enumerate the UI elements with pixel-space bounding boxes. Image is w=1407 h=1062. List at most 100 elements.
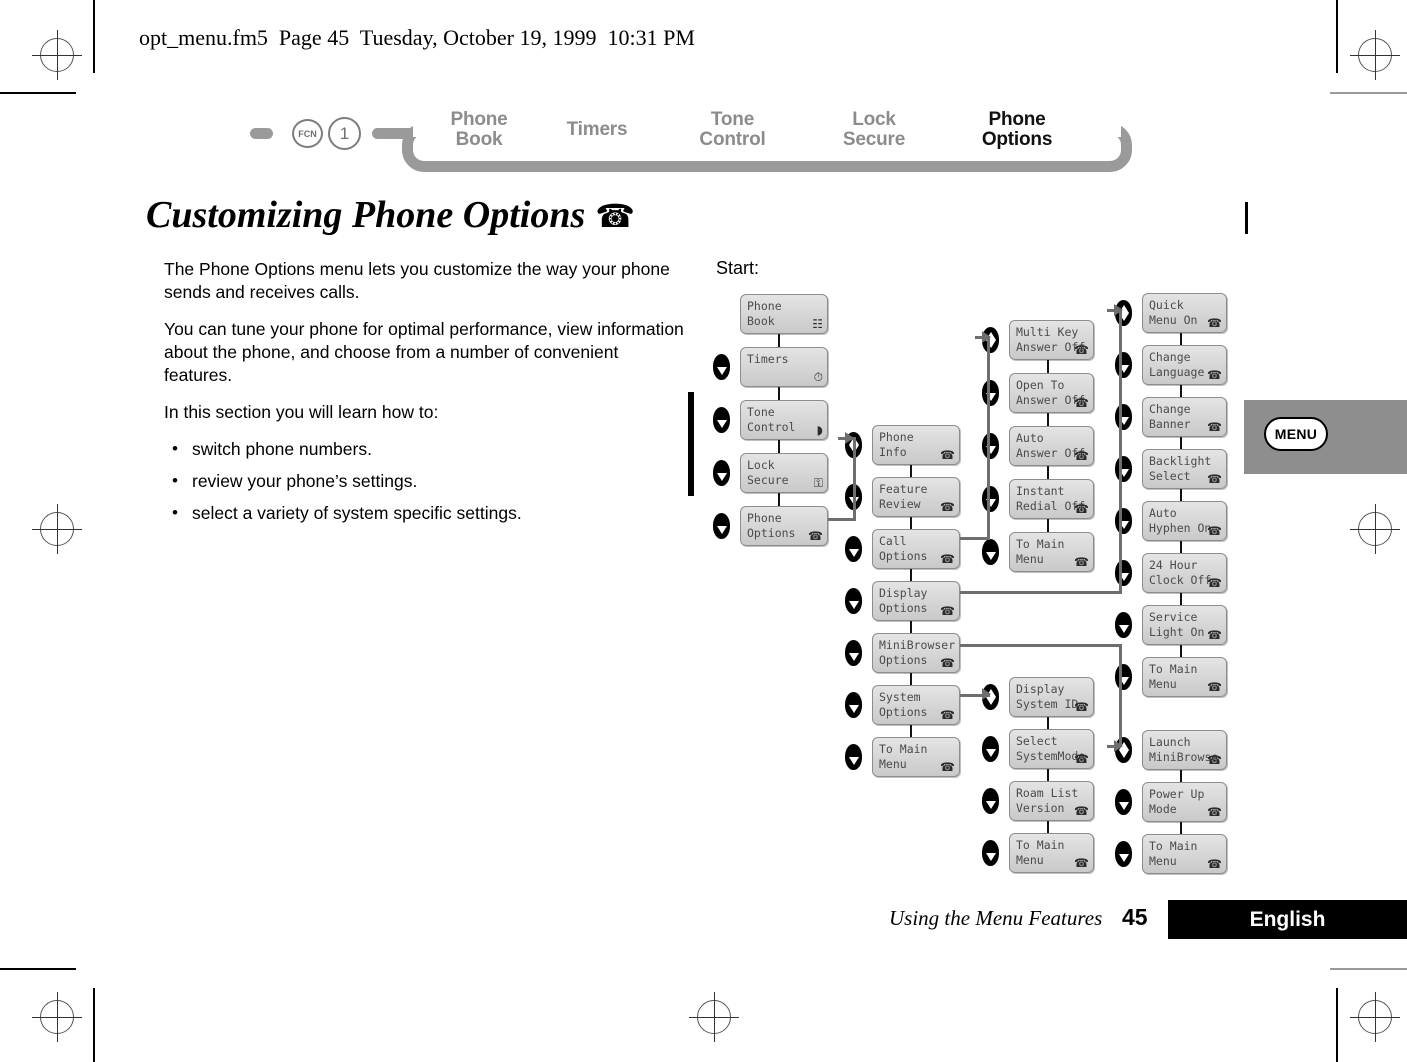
phone-icon: ☎ (1207, 680, 1222, 694)
phone-options-item-2-line1: Feature (879, 482, 928, 496)
nav-down-arrow-icon (848, 601, 859, 609)
footer-language-badge: English (1168, 900, 1407, 939)
phone-options-item-navkey-7[interactable] (845, 744, 862, 770)
flow-connector (1180, 385, 1182, 397)
main-menu-item-navkey-2[interactable] (713, 354, 730, 380)
display-options-item-navkey-2[interactable] (1115, 352, 1132, 378)
display-options-item-navkey-7[interactable] (1115, 612, 1132, 638)
display-options-item-2-line1: Change (1149, 350, 1191, 364)
system-options-item-navkey-3[interactable] (982, 788, 999, 814)
nav-down-arrow-icon (848, 757, 859, 765)
phone-options-item-7-line1: To Main (879, 742, 928, 756)
main-menu-item-1[interactable]: Phone Book ☷ (740, 294, 828, 334)
system-options-item-4[interactable]: To Main Menu ☎ (1009, 833, 1094, 873)
phone-options-item-2[interactable]: Feature Review ☎ (872, 477, 960, 517)
display-options-item-navkey-4[interactable] (1115, 456, 1132, 482)
display-options-item-1[interactable]: Quick Menu On ☎ (1142, 293, 1227, 333)
phone-icon: ☎ (1207, 524, 1222, 538)
minibrowser-options-item-2-line1: Power Up (1149, 787, 1205, 801)
system-options-item-navkey-4[interactable] (982, 840, 999, 866)
main-menu-item-3[interactable]: Tone Control ◗ (740, 400, 828, 440)
call-options-item-5[interactable]: To Main Menu ☎ (1009, 532, 1094, 572)
main-menu-item-2[interactable]: Timers ⏱ (740, 347, 828, 387)
display-options-item-6[interactable]: 24 Hour Clock Off ☎ (1142, 553, 1227, 593)
display-options-item-navkey-8[interactable] (1115, 664, 1132, 690)
call-options-item-2[interactable]: Open To Answer Off ☎ (1009, 373, 1094, 413)
call-options-item-navkey-3[interactable] (982, 433, 999, 459)
flow-route-line (828, 518, 856, 521)
flow-connector (778, 440, 780, 453)
system-options-item-2[interactable]: Select SystemMode ☎ (1009, 729, 1094, 769)
main-menu-item-5-line1: Phone (747, 511, 782, 525)
system-options-item-1-line1: Display (1016, 682, 1065, 696)
call-options-item-1[interactable]: Multi Key Answer Off ☎ (1009, 320, 1094, 360)
system-options-item-3[interactable]: Roam List Version ☎ (1009, 781, 1094, 821)
system-options-item-1[interactable]: Display System ID ☎ (1009, 677, 1094, 717)
phone-options-item-3[interactable]: Call Options ☎ (872, 529, 960, 569)
call-options-item-navkey-4[interactable] (982, 486, 999, 512)
menu-button-icon[interactable]: MENU (1264, 417, 1328, 451)
display-options-item-7[interactable]: Service Light On ☎ (1142, 605, 1227, 645)
flow-connector (1180, 437, 1182, 449)
flow-connector (1047, 821, 1049, 833)
display-options-item-4[interactable]: Backlight Select ☎ (1142, 449, 1227, 489)
main-menu-item-navkey-3[interactable] (713, 407, 730, 433)
main-menu-item-navkey-4[interactable] (713, 460, 730, 486)
phone-icon: ☎ (1207, 753, 1222, 767)
display-options-item-8[interactable]: To Main Menu ☎ (1142, 657, 1227, 697)
flow-connector (1180, 333, 1182, 345)
display-options-item-navkey-3[interactable] (1115, 404, 1132, 430)
nav-down-arrow-icon (985, 552, 996, 560)
phone-options-item-1[interactable]: Phone Info ☎ (872, 425, 960, 465)
phone-options-item-6[interactable]: System Options ☎ (872, 685, 960, 725)
phone-icon: ☎ (940, 552, 955, 566)
flow-connector (1180, 541, 1182, 553)
flow-connector (1047, 466, 1049, 479)
phone-options-item-5[interactable]: MiniBrowser Options ☎ (872, 633, 960, 673)
phone-options-item-4-line1: Display (879, 586, 928, 600)
minibrowser-options-item-3-line1: To Main (1149, 839, 1198, 853)
call-options-item-navkey-5[interactable] (982, 539, 999, 565)
main-menu-item-5[interactable]: Phone Options ☎ (740, 506, 828, 546)
flow-arrow-icon (982, 331, 991, 343)
system-options-item-navkey-2[interactable] (982, 736, 999, 762)
phone-options-item-navkey-6[interactable] (845, 692, 862, 718)
menu-side-tab[interactable]: MENU (1244, 400, 1407, 474)
minibrowser-options-item-3[interactable]: To Main Menu ☎ (1142, 834, 1227, 874)
main-menu-item-navkey-5[interactable] (713, 513, 730, 539)
display-options-item-navkey-6[interactable] (1115, 560, 1132, 586)
phone-options-item-4[interactable]: Display Options ☎ (872, 581, 960, 621)
display-options-item-2[interactable]: Change Language ☎ (1142, 345, 1227, 385)
minibrowser-options-item-navkey-2[interactable] (1115, 789, 1132, 815)
phone-options-item-7[interactable]: To Main Menu ☎ (872, 737, 960, 777)
minibrowser-options-item-navkey-3[interactable] (1115, 841, 1132, 867)
main-menu-item-4[interactable]: Lock Secure ⚿ (740, 453, 828, 493)
main-menu-item-3-line1: Tone (747, 405, 775, 419)
phone-options-item-navkey-3[interactable] (845, 536, 862, 562)
system-options-item-3-line1: Roam List (1016, 786, 1079, 800)
display-options-item-8-line1: To Main (1149, 662, 1198, 676)
phone-icon: ☎ (1207, 316, 1222, 330)
bell-icon: ◗ (816, 423, 823, 437)
call-options-item-navkey-2[interactable] (982, 380, 999, 406)
display-options-item-navkey-5[interactable] (1115, 508, 1132, 534)
flow-connector (910, 621, 912, 633)
flow-connector (778, 493, 780, 506)
display-options-item-5[interactable]: Auto Hyphen On ☎ (1142, 501, 1227, 541)
flow-connector (1180, 645, 1182, 657)
call-options-item-3[interactable]: Auto Answer Off ☎ (1009, 426, 1094, 466)
call-options-item-3-line1: Auto (1016, 431, 1044, 445)
minibrowser-options-item-1[interactable]: Launch MiniBrowse ☎ (1142, 730, 1227, 770)
nav-down-arrow-icon (848, 549, 859, 557)
phone-options-item-navkey-5[interactable] (845, 640, 862, 666)
minibrowser-options-item-2[interactable]: Power Up Mode ☎ (1142, 782, 1227, 822)
display-options-item-3[interactable]: Change Banner ☎ (1142, 397, 1227, 437)
phone-options-item-navkey-4[interactable] (845, 588, 862, 614)
display-options-item-5-line1: Auto (1149, 506, 1177, 520)
nav-down-arrow-icon (716, 367, 727, 375)
phone-icon: ☎ (1074, 396, 1089, 410)
flow-route-line (1119, 309, 1122, 594)
nav-down-arrow-icon (716, 473, 727, 481)
phone-icon: ☎ (1207, 857, 1222, 871)
call-options-item-4[interactable]: Instant Redial Off ☎ (1009, 479, 1094, 519)
